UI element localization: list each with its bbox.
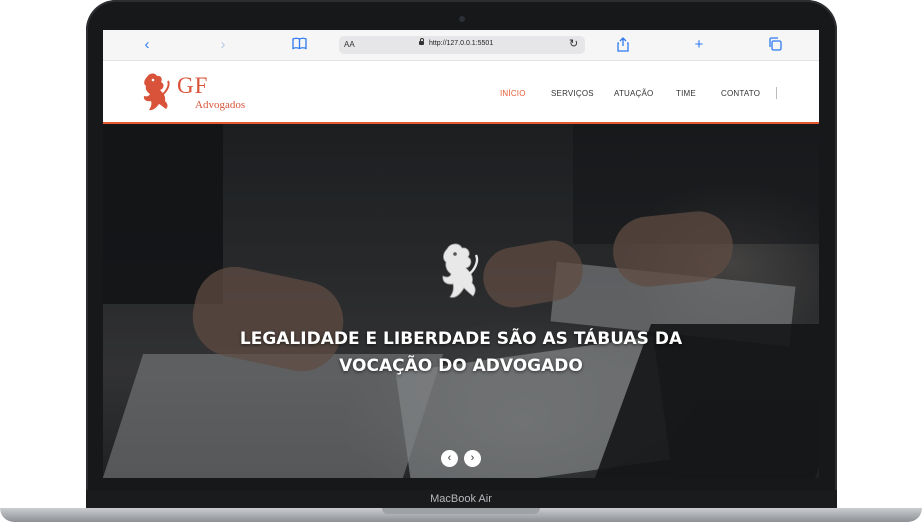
bookmarks-icon[interactable] <box>291 37 307 53</box>
nav-servicos[interactable]: SERVIÇOS <box>551 89 594 98</box>
nav-inicio[interactable]: INÍCIO <box>500 89 526 98</box>
lock-icon <box>419 38 424 45</box>
webcam <box>459 16 465 22</box>
nav-atuacao[interactable]: ATUAÇÃO <box>614 89 653 98</box>
logo-subtitle: Advogados <box>195 99 246 111</box>
logo-mark[interactable]: GF <box>177 73 208 99</box>
lion-emblem-icon <box>442 243 479 298</box>
new-tab-icon[interactable]: + <box>691 37 707 53</box>
laptop-notch <box>382 508 540 514</box>
share-icon[interactable] <box>615 37 631 53</box>
lion-logo-icon[interactable] <box>139 71 173 113</box>
screen: ‹ › AA http://127.0.0.1:5501 ↻ + GF Advo… <box>103 30 819 478</box>
forward-icon[interactable]: › <box>215 37 231 53</box>
hero-carousel: LEGALIDADE E LIBERDADE SÃO AS TÁBUAS DA … <box>103 124 819 478</box>
text-size-button[interactable]: AA <box>344 40 355 49</box>
site-header: GF Advogados INÍCIO SERVIÇOS ATUAÇÃO TIM… <box>103 61 819 124</box>
nav-contato[interactable]: CONTATO <box>721 89 760 98</box>
device-model-label: MacBook Air <box>430 493 492 505</box>
tabs-icon[interactable] <box>767 37 783 53</box>
carousel-prev-button[interactable]: ‹ <box>441 450 458 467</box>
hero-headline: LEGALIDADE E LIBERDADE SÃO AS TÁBUAS DA … <box>239 329 683 376</box>
url-text[interactable]: http://127.0.0.1:5501 <box>429 40 493 47</box>
nav-divider <box>776 87 777 99</box>
browser-toolbar: ‹ › AA http://127.0.0.1:5501 ↻ + <box>103 30 819 61</box>
address-bar[interactable]: AA http://127.0.0.1:5501 ↻ <box>339 36 585 54</box>
reload-icon[interactable]: ↻ <box>569 37 578 50</box>
nav-time[interactable]: TIME <box>676 89 696 98</box>
back-icon[interactable]: ‹ <box>139 37 155 53</box>
carousel-next-button[interactable]: › <box>464 450 481 467</box>
